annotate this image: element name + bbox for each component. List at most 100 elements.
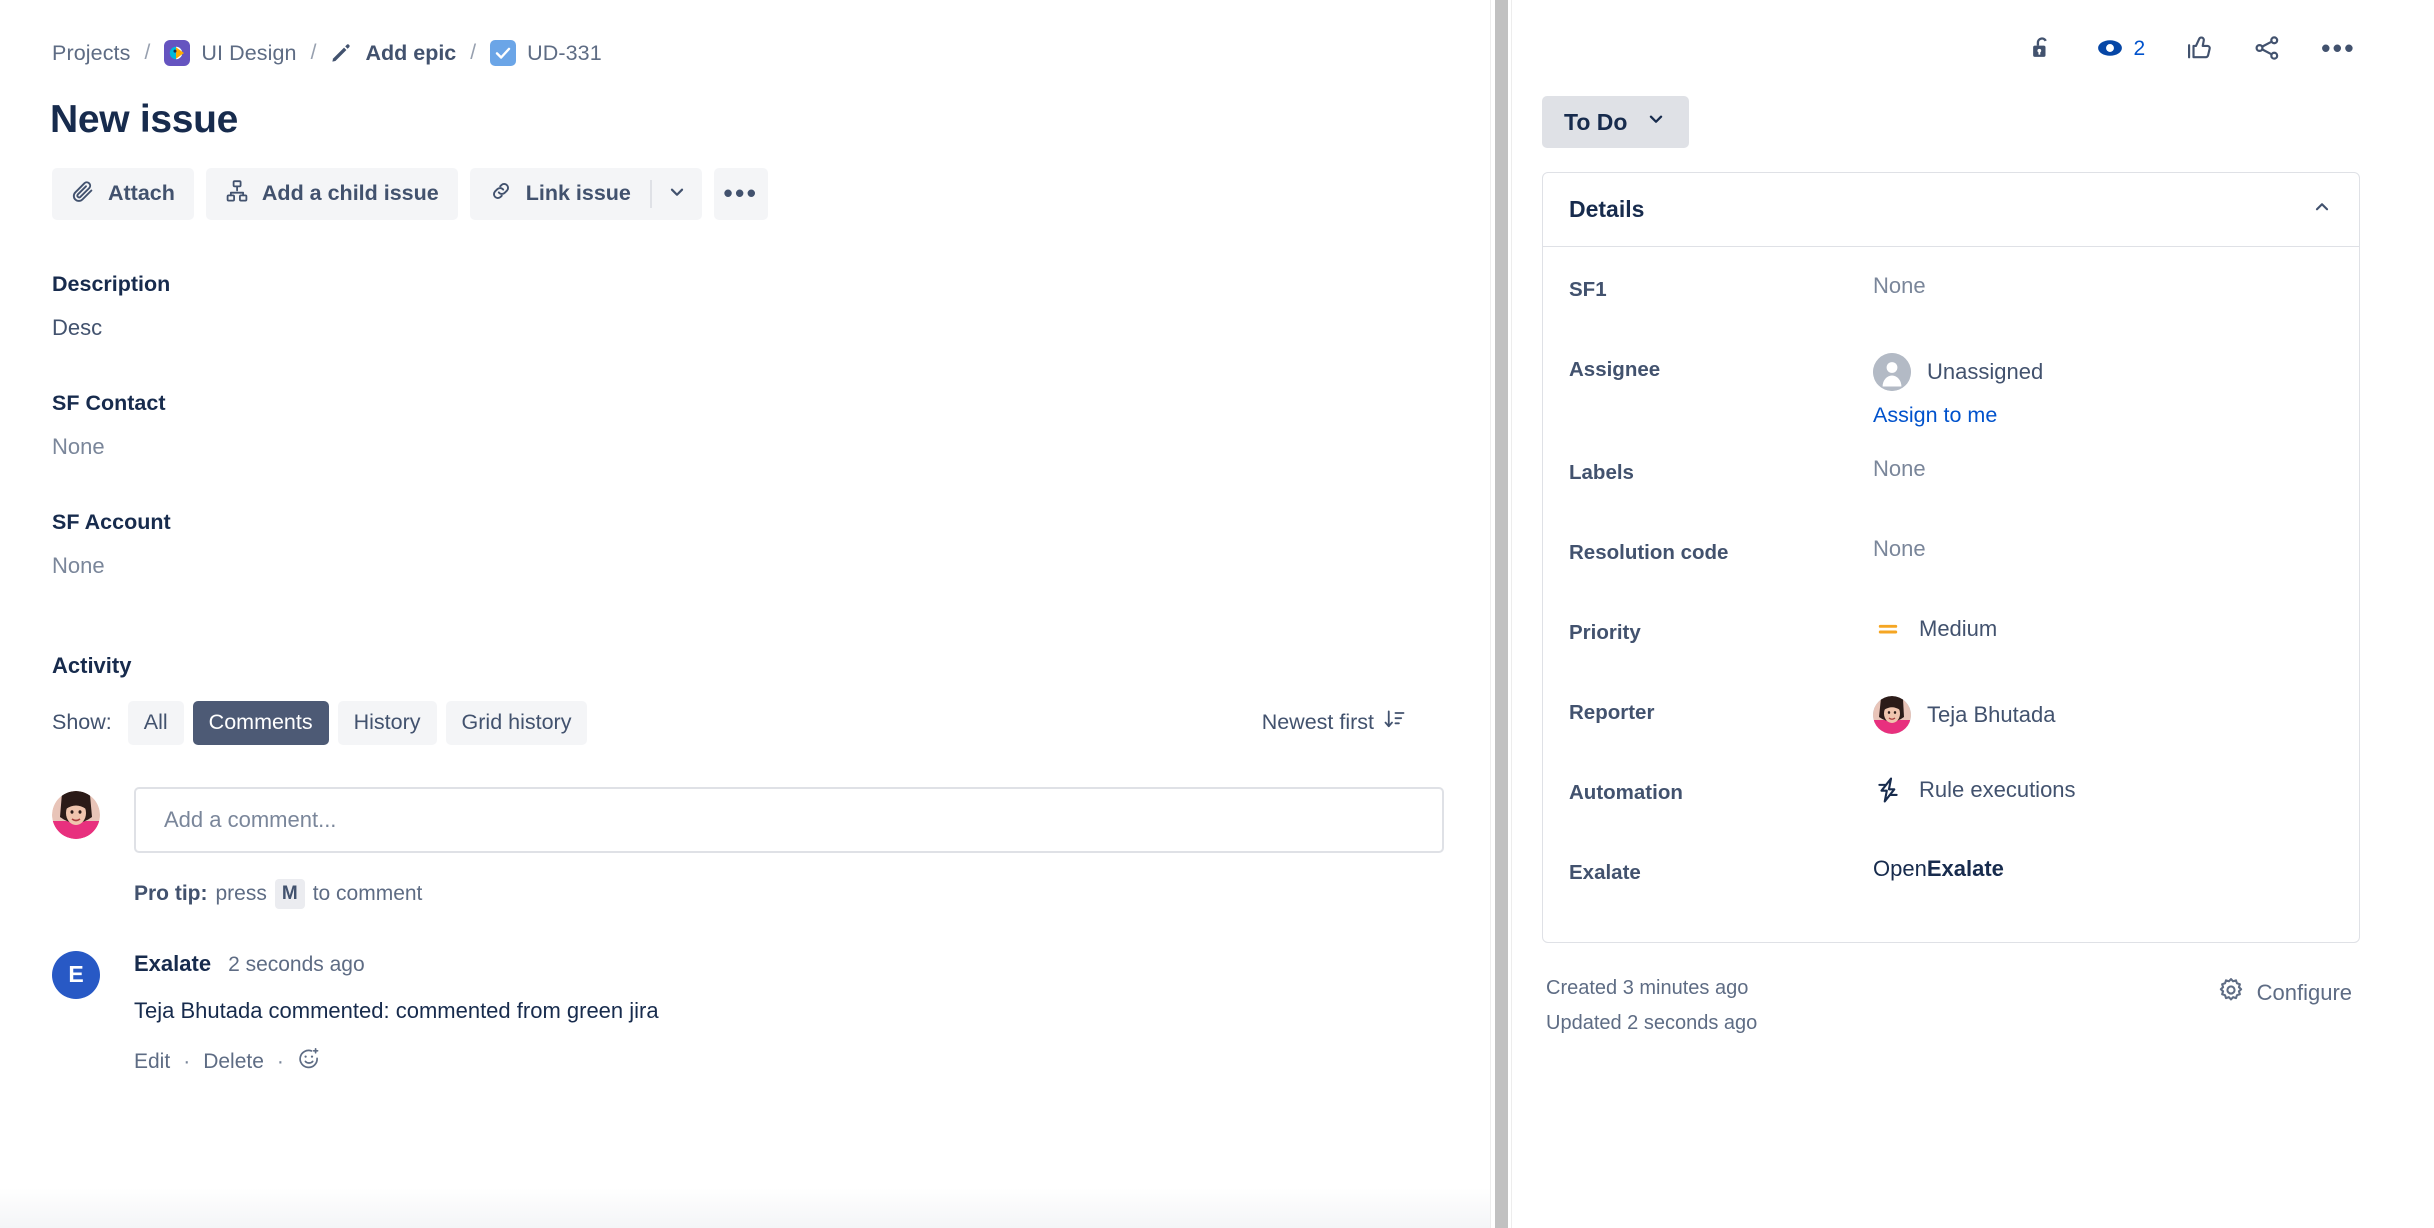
comment-edit-link[interactable]: Edit (134, 1050, 170, 1074)
sf-account-value[interactable]: None (52, 553, 1490, 579)
activity-filter-bar: Show: All Comments History Grid history … (52, 700, 1410, 745)
comment-timestamp[interactable]: 2 seconds ago (228, 953, 365, 977)
comment-actions: Edit · Delete · (134, 1047, 659, 1077)
link-chain-icon (489, 179, 513, 209)
sf-account-label: SF Account (52, 509, 171, 534)
activity-heading: Activity (52, 652, 132, 678)
details-value-reporter[interactable]: Teja Bhutada (1873, 696, 2055, 734)
details-label-reporter: Reporter (1569, 701, 1655, 724)
details-value-labels[interactable]: None (1873, 456, 1926, 482)
add-comment-placeholder: Add a comment... (164, 806, 337, 832)
breadcrumb-separator-2: / (310, 41, 317, 64)
lock-button[interactable] (2024, 30, 2060, 69)
sf-contact-value[interactable]: None (52, 434, 1490, 460)
description-value[interactable]: Desc (52, 315, 1490, 341)
like-button[interactable] (2181, 30, 2217, 69)
link-issue-button[interactable]: Link issue (470, 168, 650, 220)
pro-tip-suffix: to comment (312, 881, 423, 905)
exalate-strong-label: Exalate (1926, 856, 2004, 881)
exalate-open-prefix: Open (1873, 856, 1927, 881)
reporter-avatar (1873, 696, 1911, 734)
details-value-exalate[interactable]: Open Exalate (1873, 856, 2004, 882)
watch-count: 2 (2133, 37, 2146, 60)
add-child-issue-label: Add a child issue (261, 181, 439, 206)
details-label-labels: Labels (1569, 461, 1634, 484)
comment-delete-link[interactable]: Delete (203, 1050, 264, 1074)
share-icon (2253, 34, 2281, 65)
sort-descending-icon (1383, 708, 1406, 737)
details-card-body: SF1 None Assignee Unassigned Assign to m… (1543, 247, 2359, 942)
details-value-resolution-code[interactable]: None (1873, 536, 1926, 562)
comment-text: Teja Bhutada commented: commented from g… (134, 997, 659, 1023)
details-row-sf1: SF1 None (1569, 273, 2333, 325)
details-card: Details SF1 None Assignee Unassigned Ass… (1542, 172, 2360, 943)
comment-author-avatar: E (52, 950, 100, 999)
breadcrumb-project[interactable]: UI Design (164, 40, 297, 66)
details-row-reporter: Reporter Teja Bhutada (1569, 696, 2333, 748)
tab-grid-history[interactable]: Grid history (445, 700, 588, 745)
pro-tip: Pro tip: press M to comment (134, 878, 1444, 909)
breadcrumb-issue-key-label: UD-331 (527, 40, 602, 65)
add-comment-input[interactable]: Add a comment... (134, 786, 1444, 853)
details-row-assignee: Assignee Unassigned Assign to me (1569, 353, 2333, 428)
chevron-down-icon (1645, 108, 1667, 136)
breadcrumb-issue-key[interactable]: UD-331 (490, 40, 602, 66)
sidebar-more-actions-button[interactable]: ••• (2317, 33, 2360, 64)
details-value-assignee[interactable]: Unassigned (1873, 353, 2043, 391)
pro-tip-mid: press (215, 881, 267, 905)
field-block-description: Description Desc (52, 272, 1490, 341)
attach-label: Attach (108, 181, 175, 206)
configure-button[interactable]: Configure (2214, 971, 2356, 1015)
details-value-reporter-label: Teja Bhutada (1927, 702, 2056, 727)
sf-contact-label: SF Contact (52, 390, 166, 415)
comment-action-dot-1: · (183, 1049, 191, 1073)
details-card-header[interactable]: Details (1543, 173, 2359, 247)
status-value: To Do (1564, 108, 1628, 135)
details-value-priority-label: Medium (1919, 616, 1998, 641)
tab-history[interactable]: History (337, 700, 437, 745)
pencil-icon (330, 41, 354, 65)
more-horizontal-icon: ••• (2321, 33, 2356, 64)
sort-order-button[interactable]: Newest first (1258, 708, 1410, 737)
field-block-sf-contact: SF Contact None (52, 391, 1490, 460)
priority-medium-icon (1873, 616, 1903, 642)
link-issue-label: Link issue (525, 181, 631, 206)
issue-main-column: Projects / UI Design / Add epic / UD-331… (0, 0, 1490, 1228)
chevron-up-icon[interactable] (2311, 196, 2333, 223)
details-label-automation: Automation (1569, 781, 1683, 804)
breadcrumb-add-epic-label: Add epic (365, 40, 457, 65)
tab-comments[interactable]: Comments (192, 700, 329, 745)
issue-header-actions: 2 ••• (1542, 24, 2360, 74)
breadcrumb-projects[interactable]: Projects (52, 41, 130, 66)
details-label-sf1: SF1 (1569, 278, 1607, 301)
status-dropdown-button[interactable]: To Do (1542, 96, 1690, 148)
paperclip-icon (71, 179, 95, 209)
child-issue-tree-icon (225, 179, 249, 209)
breadcrumb-add-epic[interactable]: Add epic (330, 41, 456, 66)
details-value-priority[interactable]: Medium (1873, 616, 1997, 642)
automation-bolt-icon (1873, 776, 1903, 804)
details-value-automation[interactable]: Rule executions (1873, 776, 2076, 804)
breadcrumb-project-label: UI Design (201, 40, 297, 65)
project-avatar-icon (164, 40, 191, 66)
more-actions-button[interactable]: ••• (713, 167, 768, 220)
details-label-resolution-code: Resolution code (1569, 541, 1729, 564)
assign-to-me-link[interactable]: Assign to me (1873, 403, 2043, 428)
comment-list-item: E Exalate 2 seconds ago Teja Bhutada com… (52, 950, 1490, 1077)
watch-button[interactable]: 2 (2092, 30, 2150, 69)
attach-button[interactable]: Attach (52, 167, 194, 220)
share-button[interactable] (2249, 30, 2285, 69)
description-label: Description (52, 271, 171, 296)
details-row-resolution-code: Resolution code None (1569, 536, 2333, 588)
breadcrumb-separator-3: / (470, 41, 477, 64)
link-issue-split-button: Link issue (469, 167, 702, 220)
add-child-issue-button[interactable]: Add a child issue (205, 167, 458, 220)
pro-tip-key: M (274, 878, 305, 909)
details-value-sf1[interactable]: None (1873, 273, 1926, 299)
add-reaction-icon[interactable] (297, 1047, 321, 1077)
link-issue-dropdown-button[interactable] (652, 168, 702, 220)
watch-eye-icon (2096, 34, 2124, 65)
comment-action-dot-2: · (276, 1049, 284, 1073)
details-footer: Created 3 minutes ago Updated 2 seconds … (1542, 971, 2360, 1041)
tab-all[interactable]: All (127, 700, 184, 745)
